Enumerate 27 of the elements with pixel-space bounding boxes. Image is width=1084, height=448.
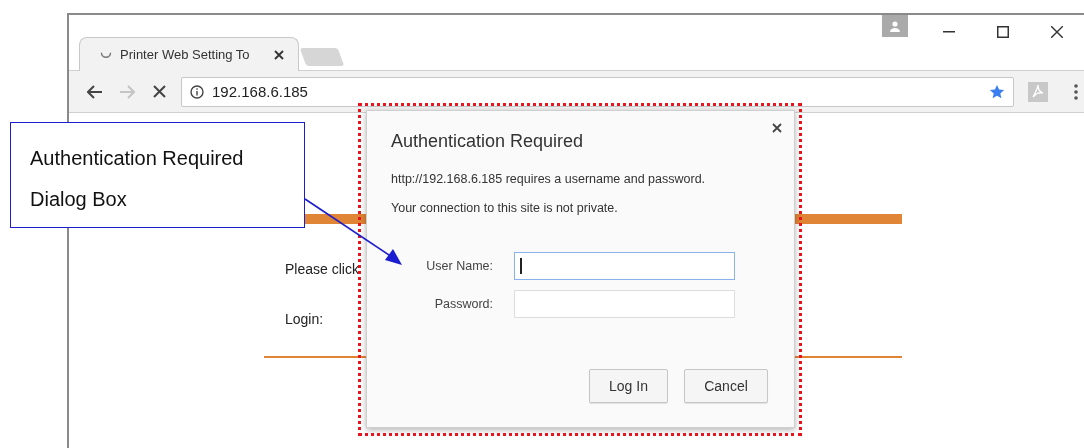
- close-icon[interactable]: [274, 49, 284, 60]
- star-icon[interactable]: [989, 84, 1005, 99]
- input-field[interactable]: [514, 252, 735, 280]
- callout-text: Authentication Required Dialog Box: [30, 146, 245, 212]
- field-label: User Name:: [425, 259, 493, 273]
- dialog-title: Authentication Required: [391, 131, 584, 152]
- dialog-button[interactable]: Cancel: [684, 369, 768, 403]
- close-icon[interactable]: [772, 123, 782, 133]
- page-text: Login:: [285, 311, 324, 327]
- url-text: 192.168.6.185: [212, 83, 309, 100]
- field-label: Password:: [433, 297, 493, 311]
- dialog-message: http://192.168.6.185 requires a username and password.: [391, 171, 706, 187]
- input-field[interactable]: [514, 290, 735, 318]
- address-bar[interactable]: 192.168.6.185: [181, 76, 1014, 107]
- minimize-icon[interactable]: [943, 31, 955, 33]
- maximize-icon[interactable]: [997, 26, 1009, 38]
- spinner-icon: [100, 51, 112, 58]
- back-arrow-icon[interactable]: [87, 84, 103, 99]
- close-icon[interactable]: [1051, 26, 1063, 38]
- person-icon: [889, 20, 901, 32]
- browser-tab[interactable]: Printer Web Setting To: [79, 37, 299, 71]
- dialog-button[interactable]: Log In: [589, 369, 668, 403]
- stop-icon[interactable]: [152, 85, 166, 98]
- menu-icon[interactable]: [1074, 83, 1078, 100]
- page-text: Please click: [285, 261, 359, 277]
- info-icon[interactable]: [190, 84, 204, 99]
- dialog-message: Your connection to this site is not private.: [391, 200, 618, 216]
